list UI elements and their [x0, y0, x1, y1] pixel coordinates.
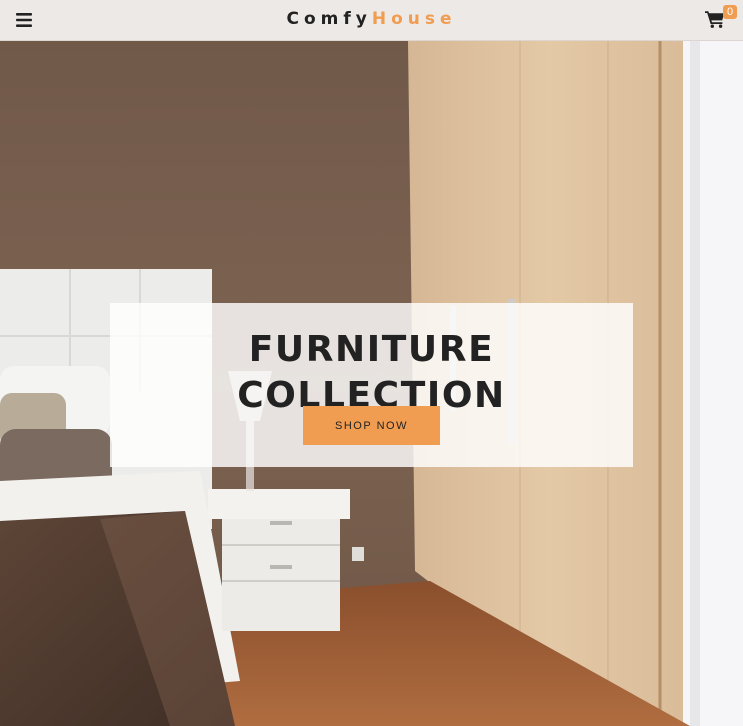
shop-now-button[interactable]: SHOP NOW — [303, 406, 440, 445]
hero-banner: FURNITURE COLLECTION SHOP NOW — [110, 303, 633, 467]
cart-count-badge: 0 — [723, 5, 737, 19]
shopping-cart-icon — [705, 11, 725, 28]
logo-house: House — [371, 9, 457, 29]
logo-comfy: Comfy — [286, 9, 372, 29]
page: ComfyHouse 0 FURNITURE COLLECTION SHOP N… — [0, 0, 743, 726]
navbar: ComfyHouse 0 — [0, 0, 743, 41]
site-logo[interactable]: ComfyHouse — [0, 8, 743, 30]
cart-button[interactable]: 0 — [705, 5, 737, 34]
